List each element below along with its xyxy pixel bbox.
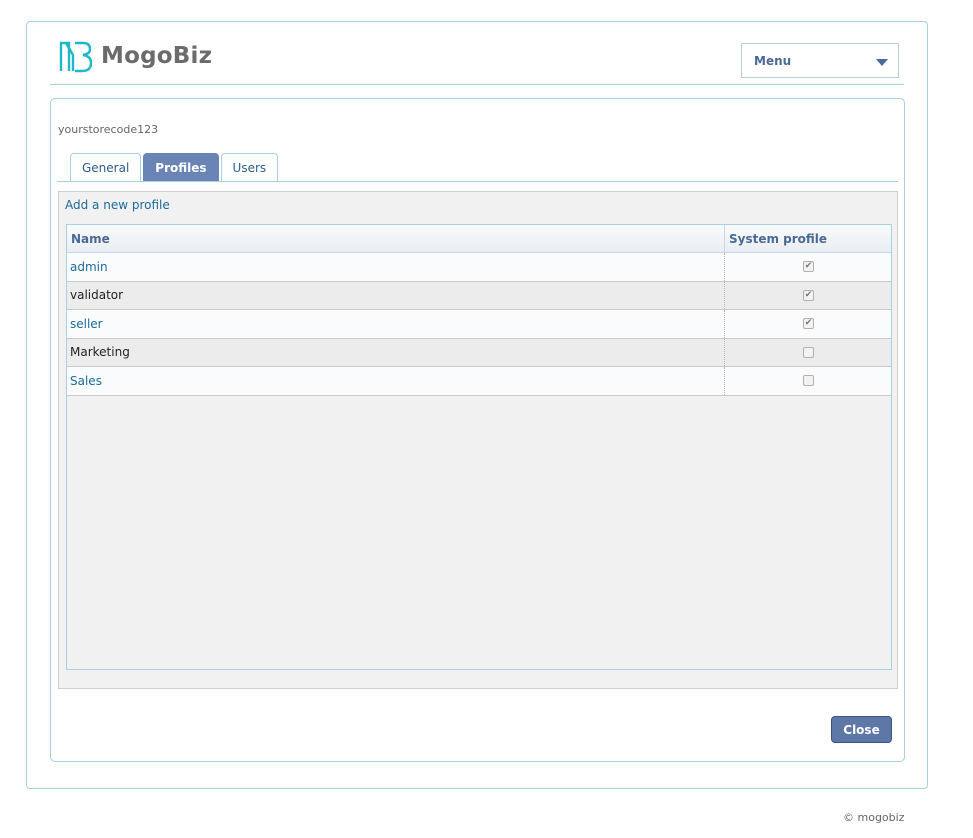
menu-dropdown[interactable]: Menu bbox=[741, 43, 899, 78]
tab-profiles[interactable]: Profiles bbox=[143, 153, 219, 181]
table-row[interactable]: Sales bbox=[67, 367, 891, 396]
close-button[interactable]: Close bbox=[831, 716, 892, 743]
chevron-down-icon bbox=[876, 58, 888, 66]
tab-general[interactable]: General bbox=[70, 153, 142, 181]
profiles-tab-content: Add a new profile Name System profile ad… bbox=[58, 191, 898, 689]
system-profile-cell: ✔ bbox=[725, 310, 889, 338]
tab-users[interactable]: Users bbox=[220, 153, 279, 181]
system-profile-checkbox bbox=[803, 375, 814, 387]
system-profile-checkbox bbox=[803, 346, 814, 358]
profiles-table: Name System profile admin ✔ validator ✔ bbox=[66, 224, 892, 670]
content-panel: yourstorecode123 General Profiles Users … bbox=[50, 98, 905, 762]
mogobiz-logo-icon bbox=[59, 41, 93, 73]
tab-bar: General Profiles Users bbox=[70, 153, 279, 181]
add-profile-link[interactable]: Add a new profile bbox=[65, 198, 170, 212]
system-profile-cell: ✔ bbox=[725, 253, 889, 281]
column-header-name[interactable]: Name bbox=[67, 225, 725, 252]
column-header-system-profile[interactable]: System profile bbox=[725, 225, 889, 252]
system-profile-checkbox: ✔ bbox=[803, 289, 814, 301]
profile-name-link[interactable]: admin bbox=[67, 253, 725, 281]
system-profile-cell bbox=[725, 339, 889, 367]
system-profile-checkbox: ✔ bbox=[803, 261, 814, 273]
system-profile-cell bbox=[725, 367, 889, 395]
brand-name: MogoBiz bbox=[101, 43, 213, 69]
profile-name-link[interactable]: Sales bbox=[67, 367, 725, 395]
header-divider bbox=[50, 84, 904, 85]
table-row[interactable]: Marketing bbox=[67, 338, 891, 367]
store-code: yourstorecode123 bbox=[58, 123, 159, 136]
main-window: MogoBiz Menu yourstorecode123 General Pr… bbox=[26, 21, 928, 789]
table-row[interactable]: seller ✔ bbox=[67, 310, 891, 339]
table-header: Name System profile bbox=[67, 225, 891, 253]
tab-divider bbox=[57, 181, 898, 182]
profile-name-link[interactable]: seller bbox=[67, 310, 725, 338]
profile-name: validator bbox=[67, 281, 725, 309]
logo: MogoBiz bbox=[57, 37, 212, 75]
profile-name: Marketing bbox=[67, 338, 725, 366]
system-profile-cell: ✔ bbox=[725, 282, 889, 310]
table-row[interactable]: admin ✔ bbox=[67, 253, 891, 282]
table-row[interactable]: validator ✔ bbox=[67, 281, 891, 310]
menu-label: Menu bbox=[754, 53, 792, 68]
system-profile-checkbox: ✔ bbox=[803, 318, 814, 330]
footer-copyright: © mogobiz bbox=[843, 811, 905, 824]
